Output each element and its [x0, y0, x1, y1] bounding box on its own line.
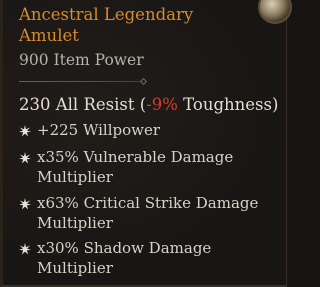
item-power: 900 Item Power [19, 51, 144, 69]
amulet-corner-ornament-icon [258, 0, 292, 24]
affix-row: x63% Critical Strike Damage Multiplier [19, 193, 279, 233]
implicit-negative: -9% [146, 95, 178, 114]
affix-row: +225 Willpower [19, 120, 279, 140]
item-name: Ancestral Legendary Amulet [19, 5, 194, 45]
divider [19, 77, 149, 86]
star-burst-icon [19, 198, 31, 210]
affix-text: +225 Willpower [37, 121, 161, 139]
implicit-value: 230 All Resist ( [19, 95, 147, 114]
star-burst-icon [19, 125, 31, 137]
star-burst-icon [19, 243, 31, 255]
implicit-stat: 230 All Resist (-9% Toughness) [19, 94, 278, 116]
implicit-stat-label: Toughness) [177, 95, 279, 114]
affix-text: x35% Vulnerable Damage Multiplier [37, 148, 234, 186]
affix-text: x63% Critical Strike Damage Multiplier [37, 194, 259, 232]
star-burst-icon [19, 152, 31, 164]
item-tooltip: Ancestral Legendary Amulet 900 Item Powe… [0, 0, 292, 287]
affix-row: x30% Shadow Damage Multiplier [19, 238, 279, 278]
affix-row: x35% Vulnerable Damage Multiplier [19, 147, 279, 187]
affix-text: x30% Shadow Damage Multiplier [37, 239, 212, 277]
